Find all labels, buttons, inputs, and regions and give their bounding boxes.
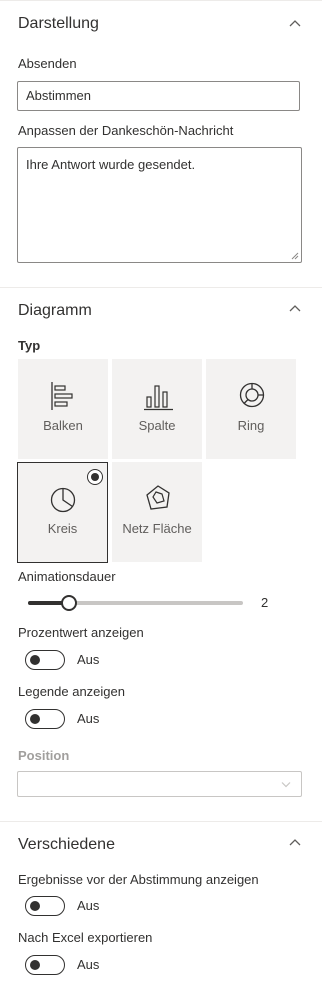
darstellung-title: Darstellung bbox=[18, 15, 99, 32]
animation-label: Animationsdauer bbox=[18, 569, 116, 584]
chevron-up-icon[interactable] bbox=[288, 17, 302, 31]
position-dropdown[interactable] bbox=[17, 771, 302, 797]
verschiedene-header[interactable]: Verschiedene bbox=[0, 824, 322, 864]
top-divider bbox=[0, 0, 322, 1]
chart-type-label: Ring bbox=[237, 418, 265, 433]
toggle-knob bbox=[30, 714, 40, 724]
diagramm-title: Diagramm bbox=[18, 302, 92, 319]
excel-toggle[interactable] bbox=[25, 955, 65, 975]
chart-type-label: Balken bbox=[43, 418, 83, 433]
percent-toggle-state: Aus bbox=[77, 652, 100, 667]
slider-thumb[interactable] bbox=[61, 595, 77, 611]
animation-slider[interactable] bbox=[28, 595, 243, 611]
diagramm-header[interactable]: Diagramm bbox=[0, 290, 322, 330]
chart-type-tile-balken[interactable]: Balken bbox=[18, 359, 108, 459]
chart-type-tile-kreis[interactable]: Kreis bbox=[17, 462, 108, 563]
toggle-knob bbox=[30, 960, 40, 970]
pie-chart-icon bbox=[50, 487, 76, 513]
chart-type-label: Kreis bbox=[47, 521, 78, 536]
column-chart-icon bbox=[144, 385, 173, 411]
results-toggle-state: Aus bbox=[77, 898, 100, 913]
chart-type-tile-netz-flaeche[interactable]: Netz Fläche bbox=[112, 462, 202, 562]
legend-label: Legende anzeigen bbox=[18, 684, 125, 699]
chevron-down-icon bbox=[281, 782, 291, 788]
toggle-knob bbox=[30, 901, 40, 911]
resize-grip-icon[interactable] bbox=[291, 252, 299, 260]
chart-type-tile-ring[interactable]: Ring bbox=[206, 359, 296, 459]
chart-type-label: Netz Fläche bbox=[122, 521, 192, 536]
submit-text-input[interactable]: Abstimmen bbox=[17, 81, 300, 111]
excel-label: Nach Excel exportieren bbox=[18, 930, 153, 945]
toggle-knob bbox=[30, 655, 40, 665]
darstellung-header[interactable]: Darstellung bbox=[0, 4, 322, 44]
legend-toggle-state: Aus bbox=[77, 711, 100, 726]
submit-label: Absenden bbox=[18, 56, 77, 71]
thanks-textarea-value: Ihre Antwort wurde gesendet. bbox=[26, 157, 196, 172]
chevron-up-icon[interactable] bbox=[288, 836, 302, 850]
percent-label: Prozentwert anzeigen bbox=[18, 625, 144, 640]
thanks-label: Anpassen der Dankeschön-Nachricht bbox=[18, 123, 234, 138]
chevron-up-icon[interactable] bbox=[288, 302, 302, 316]
chart-type-label: Spalte bbox=[138, 418, 176, 433]
excel-toggle-state: Aus bbox=[77, 957, 100, 972]
thanks-textarea[interactable]: Ihre Antwort wurde gesendet. bbox=[17, 147, 302, 263]
results-toggle[interactable] bbox=[25, 896, 65, 916]
legend-toggle[interactable] bbox=[25, 709, 65, 729]
verschiedene-divider bbox=[0, 821, 322, 822]
radar-chart-icon bbox=[146, 485, 170, 510]
percent-toggle[interactable] bbox=[25, 650, 65, 670]
results-label: Ergebnisse vor der Abstimmung anzeigen bbox=[18, 872, 259, 887]
position-label: Position bbox=[18, 748, 70, 763]
verschiedene-title: Verschiedene bbox=[18, 836, 115, 853]
diagramm-divider bbox=[0, 287, 322, 288]
type-label: Typ bbox=[18, 338, 41, 353]
bar-chart-icon bbox=[51, 382, 73, 410]
selected-radio-icon bbox=[87, 469, 103, 485]
chart-type-tile-spalte[interactable]: Spalte bbox=[112, 359, 202, 459]
donut-chart-icon bbox=[239, 382, 265, 408]
animation-value: 2 bbox=[261, 595, 269, 610]
